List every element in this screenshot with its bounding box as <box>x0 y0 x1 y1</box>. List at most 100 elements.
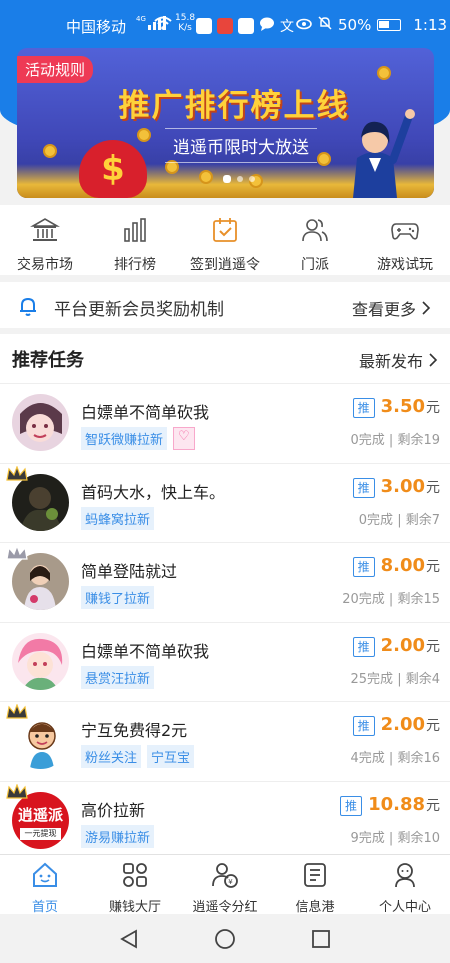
tab-label: 赚钱大厅 <box>108 900 161 915</box>
completed-count: 0完成 <box>350 433 385 448</box>
announcement-bar[interactable]: 平台更新会员奖励机制 查看更多 <box>0 282 450 328</box>
task-tags: 蚂蜂窝拉新 <box>81 506 155 530</box>
task-tag: 悬赏汪拉新 <box>81 665 155 689</box>
quick-nav-item-game[interactable]: 游戏试玩 <box>360 205 450 275</box>
tab-info-port[interactable]: 信息港 <box>270 855 360 915</box>
task-reward: 推 2.00 元 <box>352 714 440 736</box>
reward-amount: 3.00 <box>380 475 425 497</box>
activity-rules-button[interactable]: 活动规则 <box>17 56 94 83</box>
task-row[interactable]: 白嫖单不简单砍我 悬赏汪拉新 推 2.00 元 25完成 | 剩余4 <box>0 623 450 702</box>
recommend-badge: 推 <box>352 557 375 577</box>
recommend-badge: 推 <box>340 795 363 816</box>
remaining-count: 剩余16 <box>397 751 440 766</box>
svg-text:¥: ¥ <box>228 878 233 886</box>
view-more-label: 查看更多 <box>352 300 417 319</box>
view-more-link[interactable]: 查看更多 <box>352 296 431 320</box>
crown-icon <box>6 544 28 561</box>
quick-nav-item-checkin[interactable]: 签到逍遥令 <box>180 205 270 275</box>
tab-label: 信息港 <box>295 900 335 915</box>
net-speed-unit: K/s <box>178 23 192 33</box>
home-circle-icon[interactable] <box>214 928 236 950</box>
coin-icon <box>317 152 331 166</box>
gamepad-icon <box>390 215 420 249</box>
task-tag: 宁互宝 <box>147 745 195 768</box>
tab-dividend[interactable]: ¥ 逍遥令分红 <box>180 855 270 915</box>
completed-count: 25完成 <box>350 671 394 687</box>
completed-count: 9完成 <box>350 830 385 846</box>
reward-amount: 2.00 <box>380 634 425 656</box>
tab-profile[interactable]: 个人中心 <box>360 855 450 915</box>
promo-banner[interactable]: 活动规则 推广排行榜上线 逍遥币限时大放送 $ <box>17 48 434 198</box>
avatar <box>12 553 69 610</box>
recent-apps-icon[interactable] <box>310 928 332 950</box>
svg-text:4G: 4G <box>136 15 146 23</box>
task-stats: 25完成 | 剩余4 <box>350 671 440 687</box>
carousel-dot[interactable] <box>249 176 255 182</box>
heart-icon: ♡ <box>173 427 195 450</box>
quick-nav-item-sect[interactable]: 门派 <box>270 205 360 275</box>
task-row[interactable]: 宁互免费得2元 粉丝关注 宁互宝 推 2.00 元 4完成 | 剩余16 <box>0 702 450 782</box>
remaining-count: 剩余7 <box>405 512 440 528</box>
clock-time: 1:13 <box>413 16 448 34</box>
remaining-count: 剩余10 <box>397 830 440 846</box>
task-tags: 智跃微赚拉新 ♡ <box>81 427 195 450</box>
task-title: 白嫖单不简单砍我 <box>81 641 210 661</box>
back-icon[interactable] <box>118 928 140 950</box>
task-row[interactable]: 逍遥派 一元提现 高价拉新 游易赚拉新 推 10.88 元 9完成 | 剩余10 <box>0 782 450 855</box>
businesswoman-illustration <box>335 102 415 198</box>
system-navigation-bar <box>0 914 450 963</box>
avatar-brand-text: 逍遥派 <box>17 805 63 824</box>
coin-icon <box>377 66 391 80</box>
app-notification-icon <box>196 18 212 34</box>
latest-release-link[interactable]: 最新发布 <box>359 348 438 372</box>
translate-icon: 文 <box>280 19 294 35</box>
reward-unit: 元 <box>426 400 440 416</box>
task-row[interactable]: 首码大水，快上车。 蚂蜂窝拉新 推 3.00 元 0完成 | 剩余7 <box>0 464 450 543</box>
carousel-dot[interactable] <box>237 176 243 182</box>
task-row[interactable]: 白嫖单不简单砍我 智跃微赚拉新 ♡ 推 3.50 元 0完成 | 剩余19 <box>0 384 450 464</box>
avatar-brand-subtext: 一元提现 <box>20 827 61 840</box>
quick-nav-item-ranking[interactable]: 排行榜 <box>90 205 180 275</box>
task-tags: 赚钱了拉新 <box>81 586 155 609</box>
tab-home[interactable]: 首页 <box>0 855 90 915</box>
task-row[interactable]: 简单登陆就过 赚钱了拉新 推 8.00 元 20完成 | 剩余15 <box>0 543 450 623</box>
profile-icon <box>391 861 419 893</box>
task-reward: 推 10.88 元 <box>340 794 440 816</box>
chevron-right-icon <box>421 300 431 319</box>
banner-headline: 推广排行榜上线 <box>118 88 350 124</box>
reward-unit: 元 <box>426 559 440 575</box>
quick-nav-item-market[interactable]: 交易市场 <box>0 205 90 275</box>
task-stats: 4完成 | 剩余16 <box>350 751 440 766</box>
tab-earning-hall[interactable]: 赚钱大厅 <box>90 855 180 915</box>
task-reward: 推 3.00 元 <box>352 475 440 498</box>
tab-label: 逍遥令分红 <box>192 900 258 915</box>
app-notification-icon <box>238 18 254 34</box>
money-bag-icon: $ <box>79 140 147 198</box>
task-tags: 悬赏汪拉新 <box>81 665 155 689</box>
carrier-name: 中国移动 <box>66 18 127 36</box>
coin-icon <box>137 128 151 142</box>
bar-chart-icon <box>120 215 150 249</box>
task-title: 高价拉新 <box>81 800 146 820</box>
avatar <box>12 712 69 769</box>
quick-nav-label: 门派 <box>301 257 329 273</box>
avatar <box>12 632 69 690</box>
carousel-dot[interactable] <box>223 175 231 183</box>
mute-bell-icon <box>318 16 332 34</box>
eye-icon <box>296 16 312 34</box>
task-tag: 智跃微赚拉新 <box>81 427 168 450</box>
reward-unit: 元 <box>426 718 440 734</box>
quick-nav-label: 游戏试玩 <box>377 257 433 273</box>
avatar <box>12 473 69 531</box>
completed-count: 0完成 <box>358 512 394 528</box>
recommend-badge: 推 <box>352 477 375 498</box>
bottom-tab-bar: 首页 赚钱大厅 ¥ 逍遥令分红 信息港 个人中心 <box>0 854 450 915</box>
notification-icons: 文 <box>196 16 294 36</box>
recommend-badge: 推 <box>352 716 375 736</box>
net-speed-value: 15.8 <box>175 13 196 23</box>
task-stats: 20完成 | 剩余15 <box>342 592 440 607</box>
remaining-count: 剩余15 <box>397 592 440 607</box>
recommend-badge: 推 <box>352 636 375 657</box>
announcement-text: 平台更新会员奖励机制 <box>54 300 224 320</box>
crown-icon <box>6 703 28 720</box>
